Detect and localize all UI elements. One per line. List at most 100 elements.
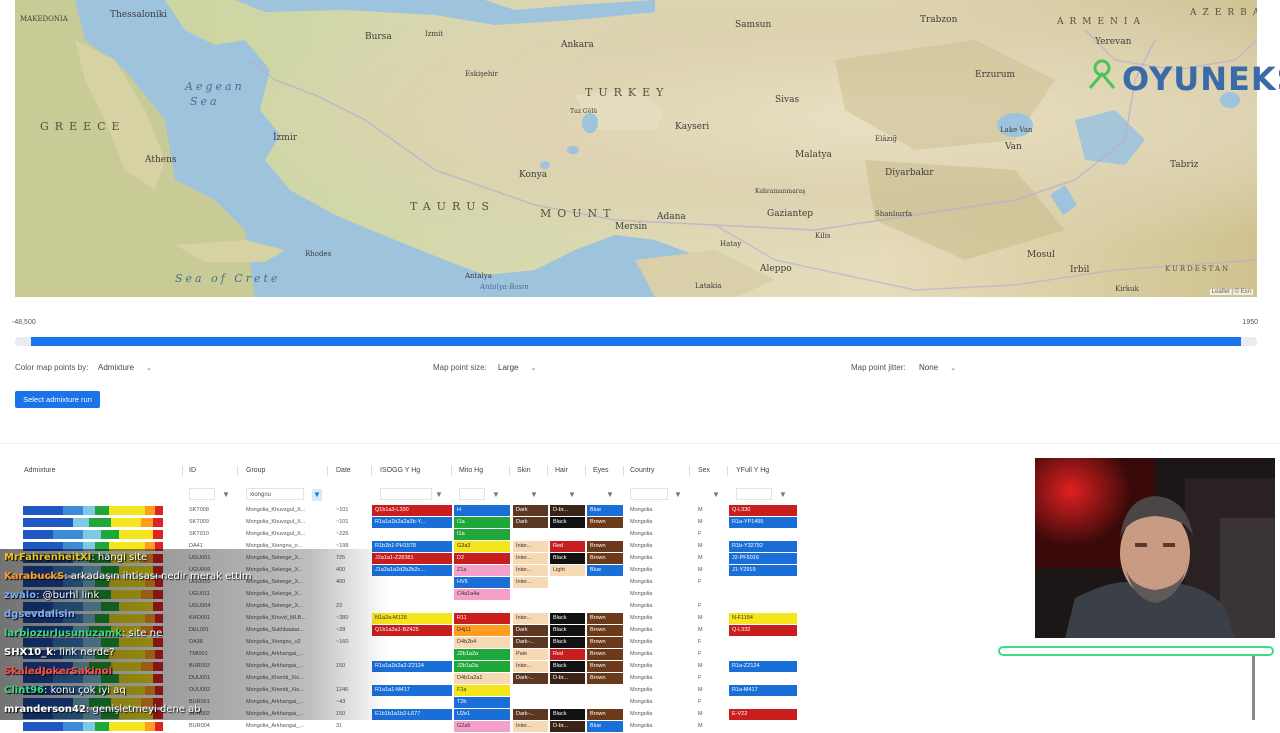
scrollbar-thumb[interactable] (1252, 656, 1255, 720)
column-header-id[interactable]: ID (189, 463, 196, 479)
filter-icon[interactable]: ▼ (605, 489, 615, 501)
table-row[interactable]: BUR004 Mongolia_Arkhangai_... 31 G2a5 Inter.… (15, 721, 815, 733)
filter-icon[interactable]: ▼ (529, 489, 539, 501)
yfull-filter-input[interactable] (736, 488, 772, 500)
column-header-hair[interactable]: Hair (555, 463, 568, 479)
filter-icon[interactable]: ▼ (778, 489, 788, 501)
column-header-skin[interactable]: Skin (517, 463, 531, 479)
cell-skin: Inter... (513, 661, 548, 672)
table-row[interactable]: SKT009 Mongolia_Khuvsgul_X... ~101 R1a1a1b2… (15, 517, 815, 529)
map-label: Sea (190, 95, 220, 108)
column-separator[interactable] (237, 466, 238, 476)
column-separator[interactable] (727, 466, 728, 476)
admixture-segment (101, 530, 119, 539)
admixture-segment (163, 722, 173, 731)
column-separator[interactable] (623, 466, 624, 476)
admixture-segment (23, 506, 63, 515)
column-separator[interactable] (327, 466, 328, 476)
filter-active-icon[interactable]: ▼ (312, 489, 322, 501)
select-admixture-run-button[interactable]: Select admixture run (15, 391, 100, 408)
cell-sex: M (698, 663, 703, 669)
column-header-yfull[interactable]: YFull Y Hg (736, 463, 769, 479)
cell-eyes (587, 577, 623, 588)
point-size-select[interactable]: Large ⌄ (494, 360, 541, 375)
map-view[interactable]: Thessaloniki MAKEDONIA Bursa Ankara Aege… (15, 0, 1257, 297)
table-row[interactable]: SKT008 Mongolia_Khuvsgul_X... ~101 Q1b1a3-L… (15, 505, 815, 517)
cell-yfull: R1a-M417 (729, 685, 797, 696)
cell-country: Mongolia (630, 723, 653, 729)
cell-eyes: Brown (587, 637, 623, 648)
column-header-sex[interactable]: Sex (698, 463, 710, 479)
filter-icon[interactable]: ▼ (434, 489, 444, 501)
cell-country: Mongolia (630, 531, 653, 537)
cell-mito: U2e1 (454, 709, 510, 720)
cell-skin: Dark (513, 517, 548, 528)
cell-sex: F (698, 531, 702, 537)
chevron-down-icon: ⌄ (530, 365, 537, 372)
filter-icon[interactable]: ▼ (711, 489, 721, 501)
chat-message: SkaledJokerSakinol (4, 666, 112, 677)
cell-skin (513, 685, 548, 696)
admixture-segment (145, 506, 155, 515)
map-label: Sivas (775, 95, 800, 105)
admixture-segment (109, 506, 145, 515)
group-filter-input[interactable]: xiongnu (246, 488, 304, 500)
chevron-down-icon: ⌄ (950, 365, 956, 372)
filter-icon[interactable]: ▼ (491, 489, 501, 501)
point-jitter-select[interactable]: None ⌄ (915, 360, 960, 375)
column-header-eyes[interactable]: Eyes (593, 463, 609, 479)
column-header-isogg[interactable]: ISOGG Y Hg (380, 463, 420, 479)
chat-message: Clint96: konu çok iyi aq (4, 685, 126, 696)
cell-yfull (729, 589, 797, 600)
chat-text: : konu çok iyi aq (44, 685, 126, 696)
cell-country: Mongolia (630, 639, 653, 645)
cell-yfull: R1a-Z2124 (729, 661, 797, 672)
column-header-country[interactable]: Country (630, 463, 655, 479)
column-separator[interactable] (451, 466, 452, 476)
id-filter-input[interactable] (189, 488, 215, 500)
section-divider (0, 443, 1280, 444)
map-attribution[interactable]: Leaflet | © Esri (1209, 289, 1253, 295)
cell-skin: Inter... (513, 541, 548, 552)
map-label: Erzurum (975, 70, 1016, 80)
chat-text: : site ne (121, 628, 163, 639)
map-label: Kirkuk (1115, 285, 1139, 293)
admixture-segment (155, 506, 163, 515)
table-row[interactable]: SKT010 Mongolia_Khuvsgul_X... ~226 I1a Mongo… (15, 529, 815, 541)
column-header-mito[interactable]: Mito Hg (459, 463, 483, 479)
map-label: Aleppo (760, 264, 792, 274)
column-separator[interactable] (585, 466, 586, 476)
cell-hair: Black (550, 553, 585, 564)
cell-sex: F (698, 699, 702, 705)
column-separator[interactable] (547, 466, 548, 476)
chat-message: mranderson42: genişletmeyi dene ab (4, 704, 201, 715)
filter-icon[interactable]: ▼ (673, 489, 683, 501)
map-label: KURDESTAN (1165, 265, 1231, 273)
cell-hair: D-br... (550, 673, 585, 684)
mito-filter-input[interactable] (459, 488, 485, 500)
color-by-select[interactable]: Admixture ⌄ (94, 360, 156, 375)
isogg-filter-input[interactable] (380, 488, 432, 500)
column-header-admixture[interactable]: Admixture (24, 463, 56, 479)
column-header-group[interactable]: Group (246, 463, 265, 479)
cell-eyes: Blue (587, 565, 623, 576)
filter-icon[interactable]: ▼ (567, 489, 577, 501)
map-label: Konya (519, 170, 548, 180)
date-range-fill[interactable] (31, 337, 1241, 346)
column-separator[interactable] (689, 466, 690, 476)
chat-username: mranderson42 (4, 704, 86, 715)
column-separator[interactable] (182, 466, 183, 476)
chat-text: : hangi site (91, 552, 148, 563)
chat-message: dgsevdalisin (4, 609, 75, 620)
cell-eyes: Brown (587, 625, 623, 636)
country-filter-input[interactable] (630, 488, 668, 500)
column-header-date[interactable]: Date (336, 463, 351, 479)
map-label: Athens (145, 155, 177, 165)
chat-message: MrFahrenheitXI: hangi site (4, 552, 147, 563)
cell-yfull (729, 721, 797, 732)
filter-icon[interactable]: ▼ (221, 489, 231, 501)
admixture-segment (89, 518, 111, 527)
column-separator[interactable] (371, 466, 372, 476)
column-separator[interactable] (509, 466, 510, 476)
chat-message: larbiozurlusunuzamk: site ne (4, 628, 162, 639)
